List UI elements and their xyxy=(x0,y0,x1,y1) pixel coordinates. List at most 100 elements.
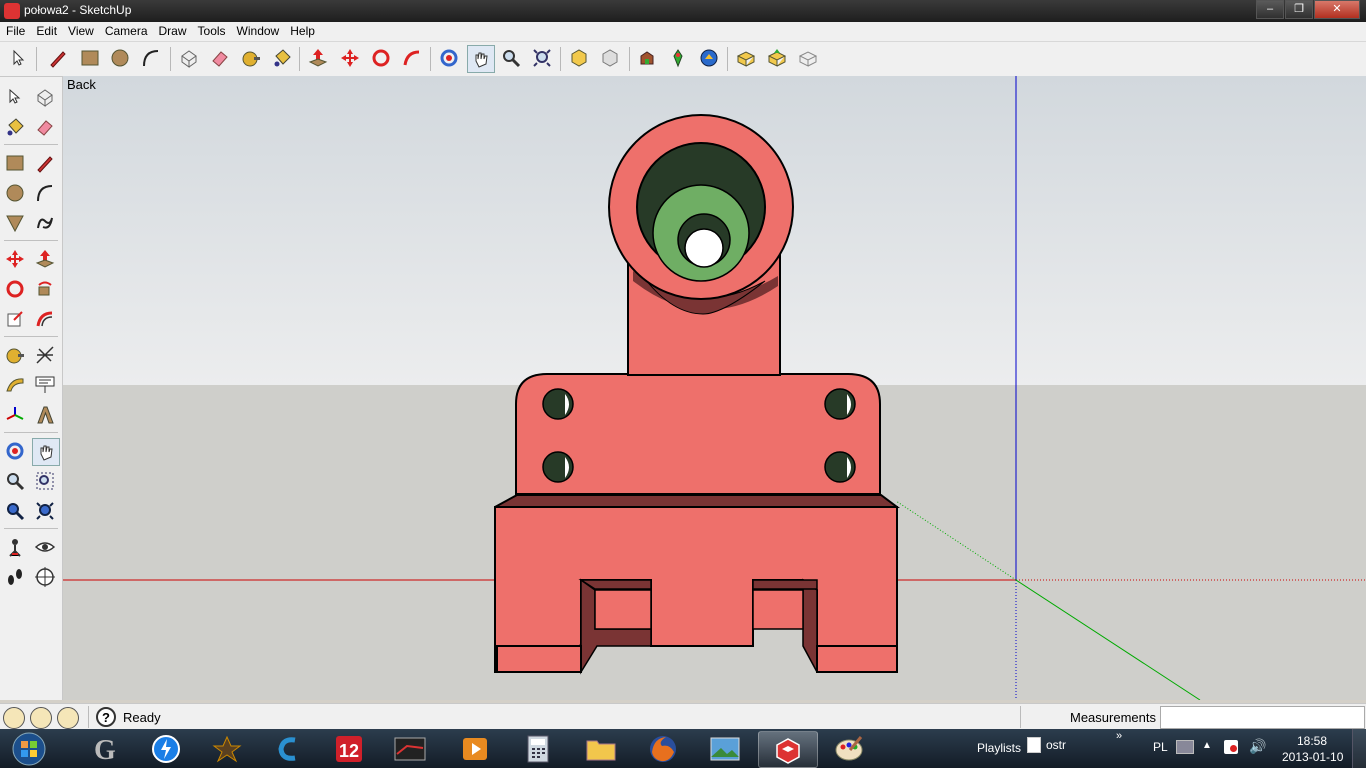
racing-game-app-icon[interactable] xyxy=(381,731,439,766)
menu-file[interactable]: File xyxy=(0,22,30,38)
3d-text-icon[interactable] xyxy=(32,402,58,428)
geo-location-icon[interactable] xyxy=(3,707,25,729)
start-button[interactable] xyxy=(2,731,56,766)
rotate-tool-icon[interactable] xyxy=(368,45,394,71)
menu-edit[interactable]: Edit xyxy=(30,22,62,38)
cloud-app-icon[interactable] xyxy=(259,731,317,766)
keyboard-icon[interactable] xyxy=(1176,740,1194,754)
zoom-window-icon[interactable] xyxy=(32,468,58,494)
scale-tool-icon[interactable] xyxy=(2,306,28,332)
select-tool-icon[interactable] xyxy=(6,45,32,71)
menu-view[interactable]: View xyxy=(62,22,99,38)
share-model-icon[interactable] xyxy=(696,45,722,71)
orbit-tool-icon[interactable] xyxy=(436,45,462,71)
zoom-extents-icon[interactable] xyxy=(529,45,555,71)
volume-icon[interactable]: 🔊 xyxy=(1249,738,1266,755)
follow-me-icon[interactable] xyxy=(32,276,58,302)
walk-tool-icon[interactable] xyxy=(2,564,28,590)
move-tool-icon[interactable] xyxy=(2,246,28,272)
pencil-tool-icon[interactable] xyxy=(45,45,71,71)
select-tool-icon[interactable] xyxy=(2,84,28,110)
language-indicator[interactable]: PL xyxy=(1153,740,1168,754)
arc-tool-icon[interactable] xyxy=(32,180,58,206)
calculator-app-icon[interactable] xyxy=(509,731,567,766)
show-desktop-button[interactable] xyxy=(1352,729,1366,768)
zoom-extents-icon[interactable] xyxy=(32,498,58,524)
get-models-icon[interactable] xyxy=(733,45,759,71)
file-explorer-app-icon[interactable] xyxy=(572,731,630,766)
show-hidden-icons-icon[interactable]: ▲ xyxy=(1202,740,1212,751)
clock-time[interactable]: 18:58 xyxy=(1297,734,1327,748)
extension-warehouse-icon[interactable] xyxy=(795,45,821,71)
freehand-tool-icon[interactable] xyxy=(32,210,58,236)
next-view-icon[interactable] xyxy=(597,45,623,71)
model-viewport[interactable] xyxy=(63,76,1366,700)
text-tool-icon[interactable] xyxy=(32,372,58,398)
sketchup-app-icon[interactable] xyxy=(758,731,818,768)
menu-window[interactable]: Window xyxy=(231,22,285,38)
make-component-icon[interactable] xyxy=(176,45,202,71)
push-pull-icon[interactable] xyxy=(32,246,58,272)
maximize-button[interactable]: ❐ xyxy=(1285,0,1313,19)
action-center-flag-icon[interactable] xyxy=(1224,740,1238,754)
playlists-label[interactable]: Playlists xyxy=(977,741,1021,755)
axes-tool-icon[interactable] xyxy=(2,402,28,428)
look-around-icon[interactable] xyxy=(32,534,58,560)
circle-tool-icon[interactable] xyxy=(2,180,28,206)
rectangle-tool-icon[interactable] xyxy=(77,45,103,71)
section-plane-icon[interactable] xyxy=(32,564,58,590)
previous-view-icon[interactable] xyxy=(2,498,28,524)
user-icon[interactable] xyxy=(57,707,79,729)
menu-draw[interactable]: Draw xyxy=(153,22,192,38)
add-location-icon[interactable] xyxy=(665,45,691,71)
arc-tool-icon[interactable] xyxy=(138,45,164,71)
tape-measure-icon[interactable] xyxy=(2,342,28,368)
orbit-tool-icon[interactable] xyxy=(2,438,28,464)
paint-bucket-icon[interactable] xyxy=(2,114,28,140)
close-button[interactable]: ✕ xyxy=(1314,0,1360,19)
polygon-tool-icon[interactable] xyxy=(2,210,28,236)
move-tool-icon[interactable] xyxy=(337,45,363,71)
eraser-tool-icon[interactable] xyxy=(32,114,58,140)
firefox-app-icon[interactable] xyxy=(634,731,692,766)
clock-date[interactable]: 2013-01-10 xyxy=(1282,750,1343,764)
minimize-button[interactable]: – xyxy=(1256,0,1284,19)
witcher-app-icon[interactable] xyxy=(198,731,256,766)
pan-tool-icon[interactable] xyxy=(32,438,60,466)
offset-tool-icon[interactable] xyxy=(32,306,58,332)
image-viewer-app-icon[interactable] xyxy=(696,731,754,766)
share-component-icon[interactable] xyxy=(764,45,790,71)
blitz-app-icon[interactable] xyxy=(137,731,195,766)
eraser-tool-icon[interactable] xyxy=(207,45,233,71)
3d-warehouse-icon[interactable] xyxy=(634,45,660,71)
previous-view-icon[interactable] xyxy=(566,45,592,71)
measurements-input[interactable] xyxy=(1160,706,1365,729)
pan-tool-icon[interactable] xyxy=(467,45,495,73)
zoom-tool-icon[interactable] xyxy=(2,468,28,494)
credits-icon[interactable] xyxy=(30,707,52,729)
position-camera-icon[interactable] xyxy=(2,534,28,560)
paint-bucket-icon[interactable] xyxy=(269,45,295,71)
rectangle-tool-icon[interactable] xyxy=(2,150,28,176)
flash-12-app-icon[interactable]: 12 xyxy=(320,731,378,766)
menu-camera[interactable]: Camera xyxy=(99,22,153,38)
follow-me-icon[interactable] xyxy=(399,45,425,71)
zoom-tool-icon[interactable] xyxy=(498,45,524,71)
circle-tool-icon[interactable] xyxy=(107,45,133,71)
game-g-app-icon[interactable]: G xyxy=(76,731,134,766)
scene-tab-back[interactable]: Back xyxy=(67,77,96,92)
protractor-icon[interactable] xyxy=(2,372,28,398)
playlist-expand-icon[interactable]: » xyxy=(1116,730,1122,742)
push-pull-icon[interactable] xyxy=(305,45,331,71)
instructor-help-icon[interactable]: ? xyxy=(96,707,116,727)
rotate-tool-icon[interactable] xyxy=(2,276,28,302)
make-component-icon[interactable] xyxy=(32,84,58,110)
media-player-app-icon[interactable] xyxy=(446,731,504,766)
dimension-tool-icon[interactable] xyxy=(32,342,58,368)
paint-app-icon[interactable] xyxy=(820,731,878,766)
pencil-tool-icon[interactable] xyxy=(32,150,58,176)
playlist-item[interactable]: ostr xyxy=(1046,738,1066,752)
menu-tools[interactable]: Tools xyxy=(192,22,231,38)
menu-help[interactable]: Help xyxy=(284,22,320,38)
tape-measure-icon[interactable] xyxy=(238,45,264,71)
